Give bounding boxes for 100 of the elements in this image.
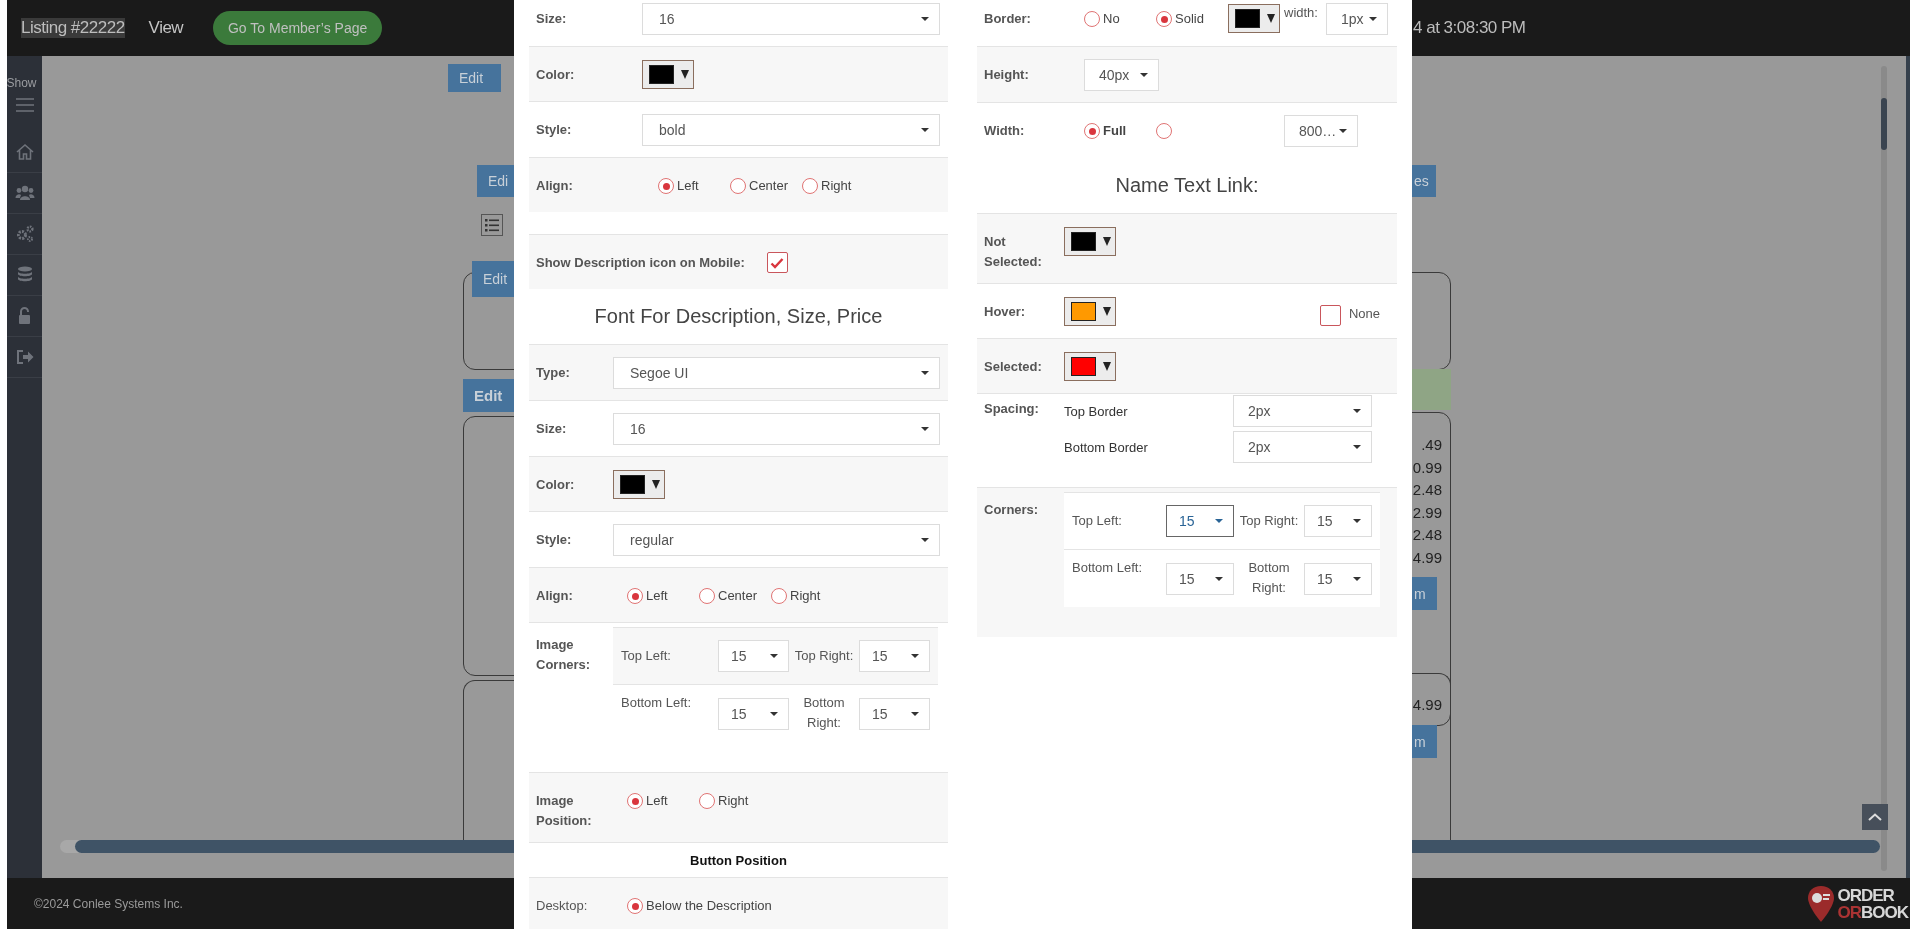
- menu-icon[interactable]: [14, 98, 35, 112]
- field-label: Style:: [536, 121, 573, 139]
- caret-icon: [911, 711, 919, 716]
- users-icon[interactable]: [14, 183, 35, 203]
- color-picker[interactable]: [1064, 297, 1116, 326]
- field-label: Size:: [536, 420, 568, 438]
- caret-icon: [1368, 17, 1377, 21]
- dropdown[interactable]: 15: [859, 640, 930, 672]
- dropdown[interactable]: 15: [1304, 562, 1372, 595]
- dropdown[interactable]: 2px: [1233, 431, 1372, 463]
- radio-option[interactable]: Left: [658, 176, 718, 196]
- color-picker[interactable]: [642, 60, 694, 89]
- radio-option[interactable]: Left: [627, 586, 687, 606]
- radio-option[interactable]: Center: [730, 176, 790, 196]
- listing-title: Listing #22222: [21, 18, 125, 38]
- caret-icon: [1339, 129, 1347, 133]
- chevron-up-icon: [1868, 813, 1882, 821]
- field-label: Bottom Left:: [621, 694, 693, 712]
- caret-icon: [1103, 362, 1111, 371]
- field-label: Desktop:: [536, 897, 589, 915]
- dropdown[interactable]: 16: [613, 413, 940, 445]
- caret-icon: [921, 371, 929, 375]
- dropdown[interactable]: 2px: [1233, 395, 1372, 427]
- field-label: Hover:: [984, 303, 1027, 321]
- radio-option[interactable]: Below the Description: [627, 896, 772, 916]
- caret-icon: [770, 654, 778, 658]
- field-label: Top Border: [1064, 403, 1129, 419]
- price: 2.48: [1412, 480, 1442, 501]
- caret-icon: [1140, 73, 1148, 77]
- radio-option[interactable]: Right: [802, 176, 862, 196]
- copyright-text: ©2024 Conlee Systems Inc.: [34, 896, 183, 911]
- dropdown[interactable]: 800…: [1284, 115, 1358, 147]
- section-heading: Name Text Link:: [1114, 173, 1260, 198]
- price: 4.99: [1412, 547, 1442, 568]
- logo-wordmark: ORDER ORBOOK: [1837, 886, 1908, 921]
- caret-icon: [1215, 519, 1223, 523]
- caret-icon: [770, 711, 778, 716]
- field-label: Selected:: [984, 358, 1043, 376]
- dropdown[interactable]: 40px: [1084, 59, 1159, 91]
- color-picker[interactable]: [1228, 4, 1280, 33]
- field-label: Border:: [984, 10, 1032, 28]
- sign-out-icon[interactable]: [14, 347, 35, 367]
- radio-option[interactable]: Solid: [1156, 9, 1216, 29]
- dropdown[interactable]: 15: [1166, 562, 1234, 595]
- dropdown[interactable]: 15: [1166, 505, 1234, 537]
- logo-icon: [1805, 884, 1836, 923]
- caret-icon: [921, 128, 929, 132]
- radio-option[interactable]: Left: [627, 791, 687, 811]
- home-icon[interactable]: [14, 142, 35, 162]
- dropdown[interactable]: 15: [1304, 505, 1372, 537]
- radio-option[interactable]: Right: [771, 586, 831, 606]
- dropdown[interactable]: regular: [613, 524, 940, 556]
- gears-icon[interactable]: [14, 224, 35, 244]
- price: 0.99: [1412, 457, 1442, 478]
- radio-option[interactable]: Right: [699, 791, 759, 811]
- color-picker[interactable]: [613, 470, 665, 499]
- radio-option[interactable]: Center: [699, 586, 759, 606]
- scrollbar-track[interactable]: [1881, 66, 1887, 871]
- dropdown[interactable]: 1px: [1325, 3, 1388, 35]
- caret-icon: [1215, 576, 1223, 581]
- field-label: Bottom Right:: [1247, 559, 1291, 597]
- field-label: Not Selected:: [984, 233, 1043, 271]
- show-label[interactable]: Show: [6, 76, 37, 90]
- field-label: Spacing:: [984, 400, 1040, 418]
- dropdown[interactable]: 15: [859, 697, 930, 730]
- field-label: Align:: [536, 587, 574, 605]
- price: 2.99: [1412, 502, 1442, 523]
- section-heading: Font For Description, Size, Price: [593, 304, 884, 329]
- caret-icon: [681, 70, 689, 79]
- checkbox[interactable]: [766, 252, 788, 273]
- list-icon[interactable]: [481, 214, 503, 236]
- radio-option[interactable]: Full: [1084, 121, 1144, 141]
- field-label: Image Position:: [536, 792, 593, 830]
- color-picker[interactable]: [1064, 352, 1116, 381]
- field-label: Top Right:: [1238, 512, 1300, 530]
- dropdown[interactable]: 16: [642, 3, 940, 35]
- checkbox-label: None: [1348, 305, 1380, 321]
- color-picker[interactable]: [1064, 227, 1116, 256]
- field-label: Type:: [536, 364, 571, 382]
- field-label: Show Description icon on Mobile:: [536, 254, 745, 272]
- caret-icon: [1353, 519, 1361, 523]
- highlight-bar: [1412, 369, 1451, 410]
- dropdown[interactable]: bold: [642, 114, 940, 146]
- field-label: width:: [1284, 5, 1318, 20]
- checkbox[interactable]: [1319, 305, 1341, 326]
- scroll-top-button[interactable]: [1862, 804, 1888, 830]
- price: 2.48: [1412, 525, 1442, 546]
- dropdown[interactable]: 15: [718, 697, 789, 730]
- radio-option[interactable]: No: [1084, 9, 1144, 29]
- price: .49: [1421, 435, 1442, 455]
- field-label: Bottom Left:: [1072, 559, 1144, 577]
- dropdown[interactable]: Segoe UI: [613, 357, 940, 389]
- field-label: Bottom Border: [1064, 439, 1149, 455]
- field-label: Top Right:: [793, 647, 855, 665]
- scrollbar-thumb[interactable]: [1881, 98, 1887, 150]
- caret-icon: [1353, 409, 1361, 413]
- view-link[interactable]: View: [148, 18, 184, 38]
- dropdown[interactable]: 15: [718, 640, 789, 672]
- caret-icon: [1103, 237, 1111, 246]
- field-label: Height:: [984, 66, 1030, 84]
